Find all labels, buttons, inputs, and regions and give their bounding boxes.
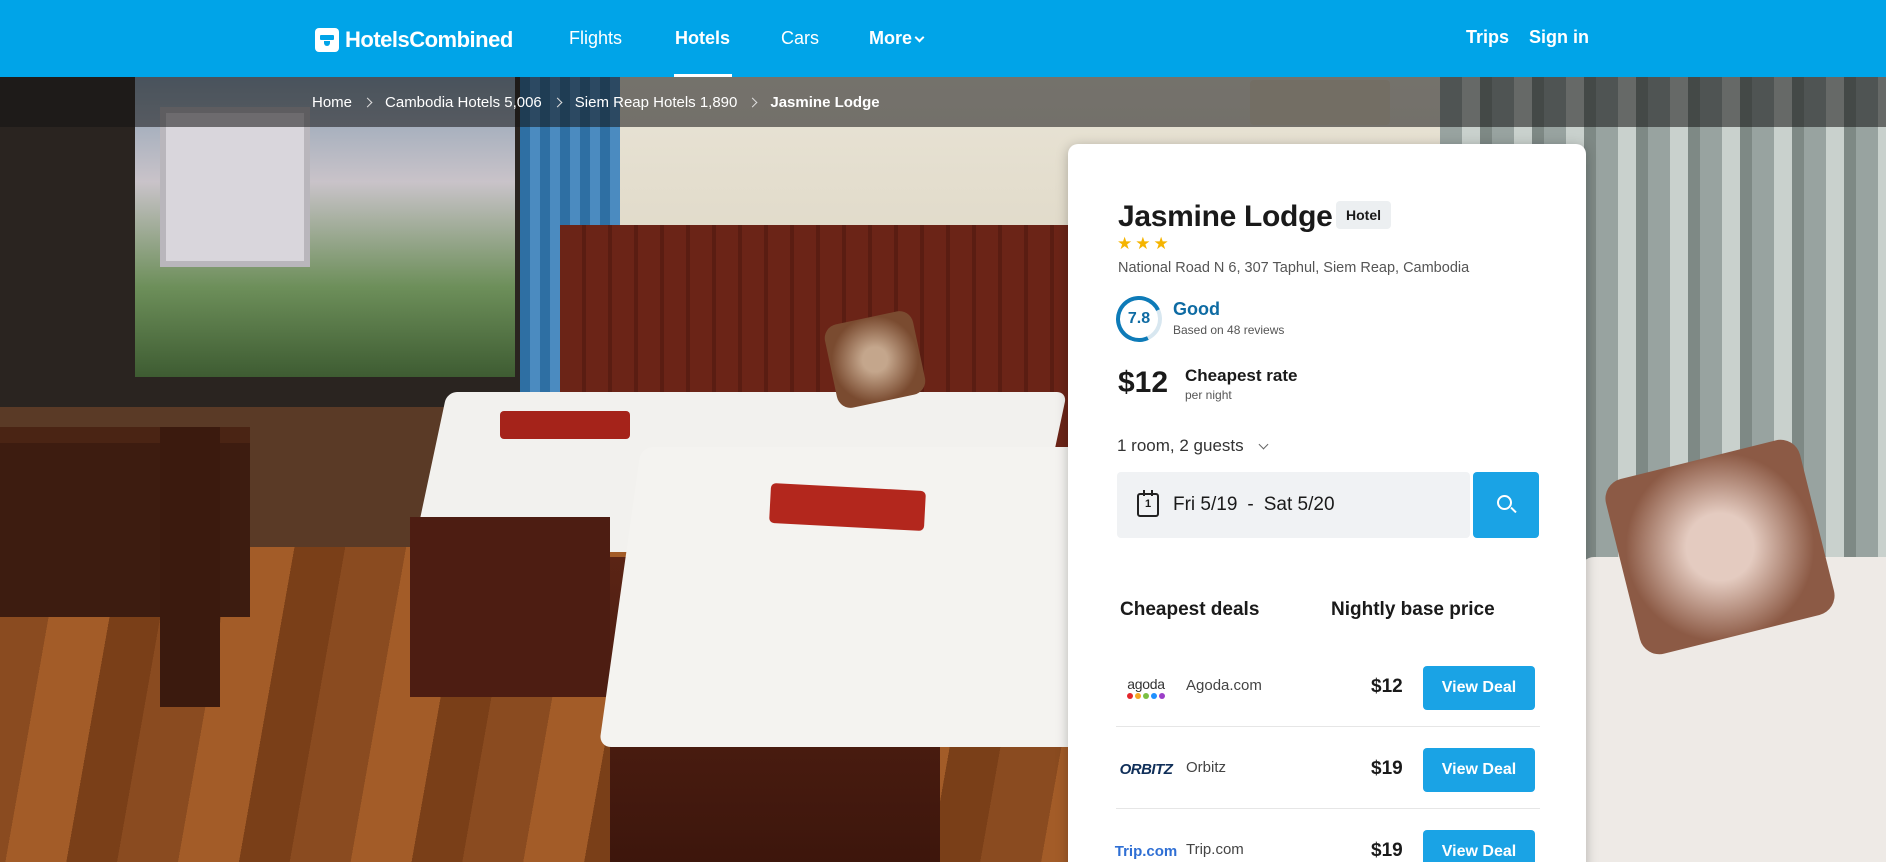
deal-provider: Trip.com	[1186, 841, 1244, 858]
agoda-logo-icon: agoda	[1116, 647, 1176, 727]
hotel-info-card: Jasmine Lodge Hotel ★★★ National Road N …	[1068, 144, 1586, 862]
search-button[interactable]	[1473, 472, 1539, 538]
photo-chair	[160, 427, 220, 707]
checkin-date: Fri 5/19	[1173, 494, 1238, 515]
guests-selector[interactable]: 1 room, 2 guests	[1117, 436, 1269, 456]
photo-bed-frame	[410, 517, 610, 697]
deal-price: $19	[1371, 758, 1403, 779]
hotel-name: Jasmine Lodge	[1118, 200, 1333, 233]
calendar-icon: 1	[1137, 490, 1159, 517]
deal-price: $19	[1371, 840, 1403, 861]
breadcrumb-city[interactable]: Siem Reap Hotels 1,890	[575, 94, 738, 111]
search-icon	[1497, 495, 1512, 510]
trips-link[interactable]: Trips	[1466, 27, 1509, 48]
deal-price: $12	[1371, 676, 1403, 697]
nav-hotels[interactable]: Hotels	[675, 28, 730, 49]
deal-row: ORBITZ Orbitz $19 View Deal	[1116, 729, 1540, 809]
nav-flights[interactable]: Flights	[569, 28, 622, 49]
guests-value: 1 room, 2 guests	[1117, 436, 1244, 455]
nightly-price-header: Nightly base price	[1331, 599, 1495, 620]
orbitz-logo-text: ORBITZ	[1119, 760, 1173, 778]
chevron-right-icon	[362, 97, 373, 107]
nav-more-label: More	[869, 28, 913, 48]
sign-in-link[interactable]: Sign in	[1529, 27, 1589, 48]
agoda-logo-text: agoda	[1127, 675, 1165, 692]
breadcrumb: Home Cambodia Hotels 5,006 Siem Reap Hot…	[0, 77, 1886, 127]
cheapest-deals-header: Cheapest deals	[1120, 599, 1260, 620]
bear-logo-icon	[315, 28, 339, 52]
brand-name: HotelsCombined	[345, 27, 513, 52]
top-nav: HotelsCombined Flights Hotels Cars More …	[0, 0, 1886, 77]
view-deal-button[interactable]: View Deal	[1423, 830, 1535, 862]
deal-provider: Orbitz	[1186, 759, 1227, 776]
nav-more[interactable]: More	[869, 28, 925, 49]
agoda-dots	[1127, 692, 1165, 699]
review-label[interactable]: Good	[1173, 299, 1220, 320]
hotel-photo	[0, 77, 1886, 862]
chevron-right-icon	[747, 97, 758, 107]
deal-row: agoda Agoda.com $12 View Deal	[1116, 647, 1540, 727]
orbitz-logo-icon: ORBITZ	[1116, 729, 1176, 809]
breadcrumb-country[interactable]: Cambodia Hotels 5,006	[385, 94, 542, 111]
date-separator: -	[1247, 494, 1254, 515]
photo-towel	[500, 411, 630, 439]
star-rating: ★★★	[1117, 234, 1172, 253]
breadcrumb-home[interactable]: Home	[312, 94, 352, 111]
deal-row: Trip.com Trip.com $19 View Deal	[1114, 811, 1540, 862]
cheapest-price: $12	[1118, 366, 1169, 399]
view-deal-button[interactable]: View Deal	[1423, 748, 1535, 792]
breadcrumb-current: Jasmine Lodge	[770, 93, 880, 111]
chevron-down-icon	[914, 32, 925, 42]
photo-building	[160, 107, 310, 267]
checkout-date: Sat 5/20	[1263, 494, 1335, 515]
tripcom-logo-text: Trip.com	[1114, 842, 1178, 860]
deal-provider: Agoda.com	[1186, 677, 1262, 694]
brand-logo[interactable]: HotelsCombined	[315, 26, 513, 54]
cheapest-rate-label: Cheapest rate	[1185, 366, 1298, 385]
per-night-label: per night	[1185, 388, 1232, 402]
review-count: Based on 48 reviews	[1173, 323, 1285, 337]
hotel-address: National Road N 6, 307 Taphul, Siem Reap…	[1118, 260, 1470, 276]
chevron-right-icon	[552, 97, 563, 107]
tripcom-logo-icon: Trip.com	[1114, 811, 1178, 862]
hotel-type-badge: Hotel	[1336, 201, 1391, 229]
date-picker[interactable]: 1 Fri 5/19 - Sat 5/20	[1117, 472, 1470, 538]
nav-cars[interactable]: Cars	[781, 28, 819, 49]
view-deal-button[interactable]: View Deal	[1423, 666, 1535, 710]
review-score[interactable]: 7.8	[1116, 296, 1162, 342]
chevron-down-icon	[1258, 439, 1269, 449]
photo-towel	[769, 482, 926, 532]
